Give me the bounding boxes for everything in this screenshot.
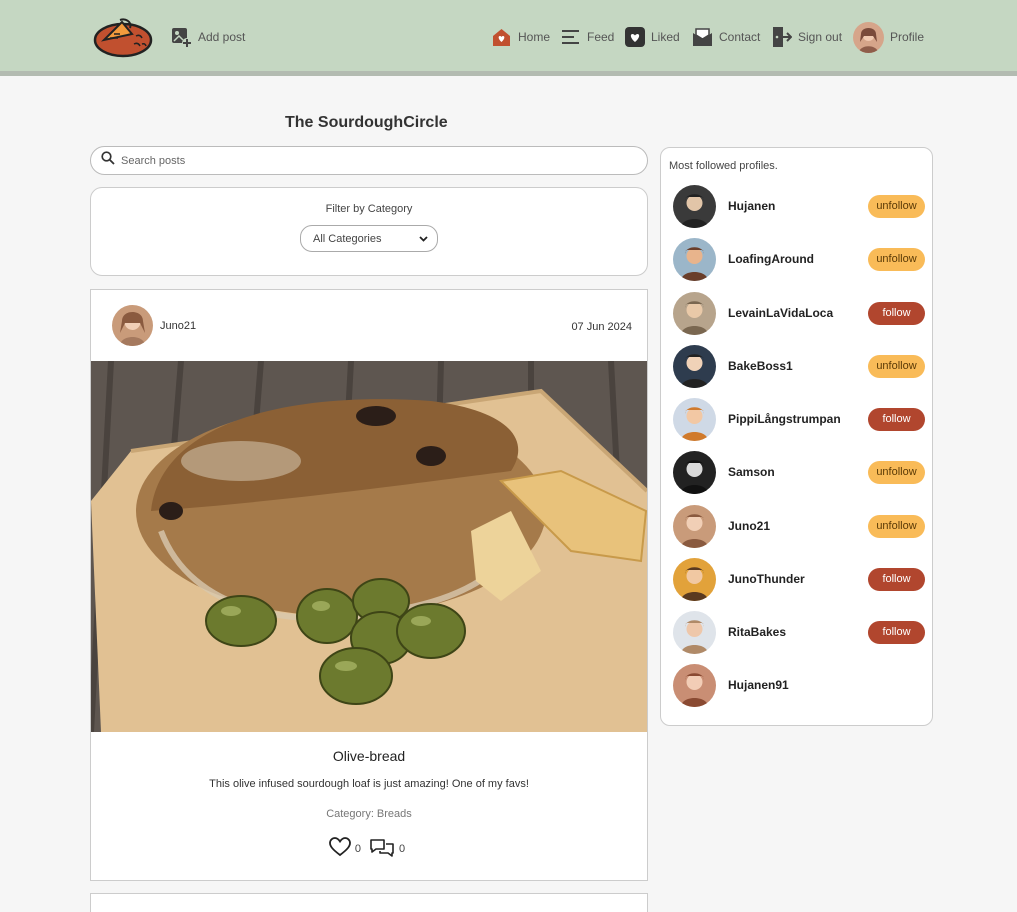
profile-row: Juno21 unfollow bbox=[673, 504, 925, 548]
profile-name[interactable]: LevainLaVidaLoca bbox=[728, 306, 868, 320]
avatar[interactable] bbox=[673, 344, 716, 388]
like-count: 0 bbox=[354, 842, 361, 855]
post-actions: 0 0 bbox=[91, 837, 647, 860]
nav-feed-label: Feed bbox=[587, 30, 615, 44]
follow-button[interactable]: follow bbox=[868, 567, 925, 591]
chevron-down-icon bbox=[418, 233, 429, 247]
comment-count: 0 bbox=[399, 842, 406, 855]
home-icon bbox=[491, 27, 512, 48]
post-title[interactable]: Olive-bread bbox=[91, 748, 647, 764]
search-icon bbox=[101, 151, 115, 170]
profile-name[interactable]: BakeBoss1 bbox=[728, 359, 868, 373]
logo-bread-icon[interactable] bbox=[92, 14, 154, 60]
post-image[interactable] bbox=[91, 361, 647, 732]
profile-row: LevainLaVidaLoca follow bbox=[673, 291, 925, 335]
profile-row: BakeBoss1 unfollow bbox=[673, 344, 925, 388]
page-title: The SourdoughCircle bbox=[285, 114, 448, 131]
unfollow-button[interactable]: unfollow bbox=[868, 247, 925, 271]
nav-home[interactable]: Home bbox=[491, 22, 550, 52]
profile-row: JunoThunder follow bbox=[673, 557, 925, 601]
avatar[interactable] bbox=[673, 184, 716, 228]
avatar[interactable] bbox=[673, 237, 716, 281]
post-description: This olive infused sourdough loaf is jus… bbox=[209, 778, 529, 790]
profile-name[interactable]: Hujanen91 bbox=[728, 678, 925, 692]
avatar[interactable] bbox=[673, 397, 716, 441]
nav-profile-label: Profile bbox=[890, 30, 925, 44]
nav-home-label: Home bbox=[518, 30, 551, 44]
nav-feed[interactable]: Feed bbox=[560, 22, 614, 52]
nav-add-post[interactable]: Add post bbox=[170, 22, 245, 52]
post-category: Category: Breads bbox=[326, 808, 412, 820]
follow-button[interactable]: follow bbox=[868, 620, 925, 644]
profile-name[interactable]: RitaBakes bbox=[728, 625, 868, 639]
profile-row: LoafingAround unfollow bbox=[673, 237, 925, 281]
avatar[interactable] bbox=[673, 663, 716, 707]
category-filter: Filter by Category All Categories bbox=[90, 187, 648, 276]
profile-row: PippiLångstrumpan follow bbox=[673, 397, 925, 441]
avatar[interactable] bbox=[673, 610, 716, 654]
mail-icon bbox=[692, 27, 713, 48]
nav-profile[interactable]: Profile bbox=[853, 21, 925, 53]
filter-label: Filter by Category bbox=[325, 203, 413, 215]
category-select[interactable]: All Categories bbox=[300, 225, 438, 252]
category-select-value: All Categories bbox=[313, 232, 382, 245]
avatar[interactable] bbox=[673, 291, 716, 335]
nav-liked-label: Liked bbox=[651, 30, 680, 44]
profile-name[interactable]: Hujanen bbox=[728, 199, 868, 213]
search-bar[interactable] bbox=[90, 146, 648, 175]
post-date: 07 Jun 2024 bbox=[571, 321, 632, 333]
popular-profiles-heading: Most followed profiles. bbox=[669, 160, 778, 172]
add-image-icon bbox=[170, 26, 192, 48]
nav-sign-out-label: Sign out bbox=[798, 30, 843, 44]
profile-name[interactable]: LoafingAround bbox=[728, 252, 868, 266]
profile-row: Hujanen91 bbox=[673, 663, 925, 707]
profile-name[interactable]: JunoThunder bbox=[728, 572, 868, 586]
navbar: Add post Home Feed Liked Contact Sign ou… bbox=[0, 0, 1017, 76]
profile-row: Hujanen unfollow bbox=[673, 184, 925, 228]
profile-name[interactable]: Juno21 bbox=[728, 519, 868, 533]
nav-add-post-label: Add post bbox=[198, 30, 246, 44]
nav-contact[interactable]: Contact bbox=[692, 22, 760, 52]
follow-button[interactable]: follow bbox=[868, 301, 925, 325]
profile-name[interactable]: Samson bbox=[728, 465, 868, 479]
feed-icon bbox=[560, 27, 581, 48]
sign-out-icon bbox=[771, 26, 792, 48]
comments-icon[interactable] bbox=[369, 837, 395, 860]
avatar[interactable] bbox=[673, 504, 716, 548]
avatar[interactable] bbox=[673, 450, 716, 494]
search-input[interactable] bbox=[121, 154, 601, 167]
post-card bbox=[90, 893, 648, 912]
nav-contact-label: Contact bbox=[719, 30, 761, 44]
profile-row: RitaBakes follow bbox=[673, 610, 925, 654]
nav-liked[interactable]: Liked bbox=[625, 22, 680, 52]
profile-row: Samson unfollow bbox=[673, 450, 925, 494]
post-author-name[interactable]: Juno21 bbox=[160, 320, 196, 332]
unfollow-button[interactable]: unfollow bbox=[868, 354, 925, 378]
unfollow-button[interactable]: unfollow bbox=[868, 460, 925, 484]
avatar bbox=[853, 21, 884, 53]
popular-profiles: Most followed profiles. Hujanen unfollow L… bbox=[660, 147, 933, 726]
unfollow-button[interactable]: unfollow bbox=[868, 514, 925, 538]
nav-sign-out[interactable]: Sign out bbox=[771, 22, 842, 52]
heart-box-icon bbox=[625, 27, 645, 47]
avatar[interactable] bbox=[673, 557, 716, 601]
unfollow-button[interactable]: unfollow bbox=[868, 194, 925, 218]
follow-button[interactable]: follow bbox=[868, 407, 925, 431]
post-card: Juno21 07 Jun 2024 Olive-bread This oliv… bbox=[90, 289, 648, 881]
profile-name[interactable]: PippiLångstrumpan bbox=[728, 412, 868, 426]
post-author-avatar[interactable] bbox=[112, 305, 153, 346]
heart-icon[interactable] bbox=[328, 837, 351, 860]
